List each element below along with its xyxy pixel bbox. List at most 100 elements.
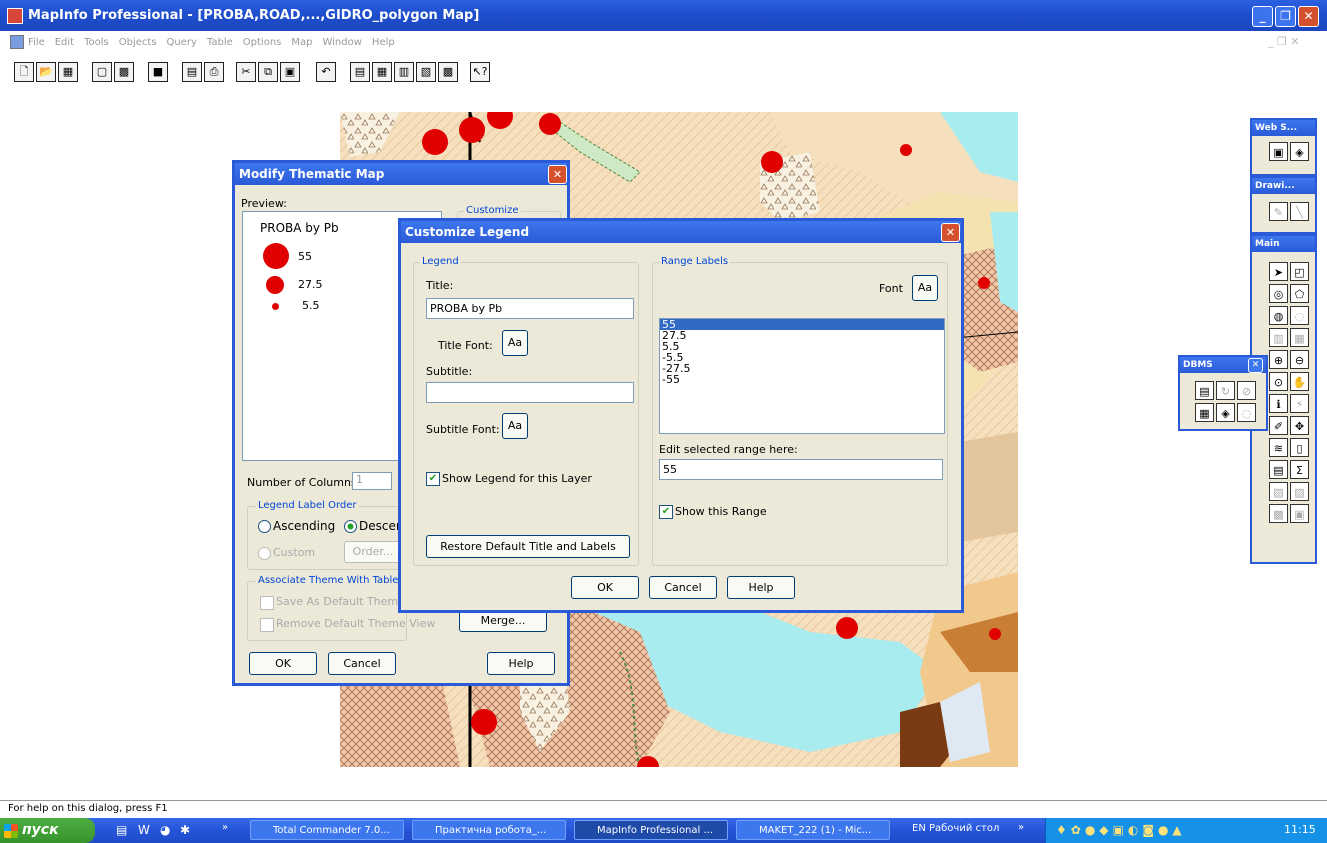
range-font-button[interactable]: Aa <box>912 275 938 301</box>
desktop-more-icon[interactable]: » <box>1018 822 1024 833</box>
copy-icon[interactable]: ⧉ <box>258 62 278 82</box>
customize-help-button[interactable]: Help <box>727 576 795 599</box>
disconnect-dbms-icon[interactable]: ◌ <box>1237 403 1256 422</box>
subtitle-font-button[interactable]: Aa <box>502 413 528 439</box>
menu-map[interactable]: Map <box>291 37 312 48</box>
connect-dbms-icon[interactable]: ◈ <box>1216 403 1235 422</box>
quicklaunch-word-icon[interactable]: W <box>138 823 150 837</box>
open-icon[interactable]: 📂 <box>36 62 56 82</box>
radius-select-icon[interactable]: ◎ <box>1269 284 1288 303</box>
zoom-out-icon[interactable]: ⊖ <box>1290 350 1309 369</box>
print-preview-icon[interactable]: ⎙ <box>204 62 224 82</box>
quicklaunch-desktop-icon[interactable]: ▤ <box>116 823 127 837</box>
menu-objects[interactable]: Objects <box>119 37 157 48</box>
customize-cancel-button[interactable]: Cancel <box>649 576 717 599</box>
task-total-commander[interactable]: Total Commander 7.0... <box>250 820 404 840</box>
info-icon[interactable]: ℹ <box>1269 394 1288 413</box>
quicklaunch-more-icon[interactable]: » <box>222 822 228 833</box>
print-icon[interactable]: ▤ <box>182 62 202 82</box>
hotlink-icon[interactable]: ⚡ <box>1290 394 1309 413</box>
task-practical-work[interactable]: Практична робота_... <box>412 820 566 840</box>
menu-file[interactable]: File <box>28 37 45 48</box>
range-list-item[interactable]: 55 <box>660 319 944 330</box>
boundary-select-icon[interactable]: ◍ <box>1269 306 1288 325</box>
ruler-icon[interactable]: ▯ <box>1290 438 1309 457</box>
task-maket[interactable]: MAKET_222 (1) - Mic... <box>736 820 890 840</box>
merge-button[interactable]: Merge... <box>459 610 547 632</box>
document-icon[interactable] <box>10 35 24 49</box>
restore-button[interactable]: ❐ <box>1275 6 1296 27</box>
mdi-controls-icon[interactable]: _ ❐ ✕ <box>1268 35 1300 48</box>
drag-map-icon[interactable]: ✥ <box>1290 416 1309 435</box>
tray-icons[interactable]: ♦✿●◆▣◐◙●▲ <box>1056 823 1186 837</box>
descending-radio[interactable] <box>344 520 357 533</box>
cut-icon[interactable]: ✂ <box>236 62 256 82</box>
customize-close-button[interactable]: ✕ <box>941 223 960 242</box>
web-globe-icon[interactable]: ◈ <box>1290 142 1309 161</box>
line-icon[interactable]: ╲ <box>1290 202 1309 221</box>
open-workspace-icon[interactable]: ▦ <box>58 62 78 82</box>
close-table-icon[interactable]: ■ <box>148 62 168 82</box>
layout-select-icon[interactable]: ▦ <box>1290 328 1309 347</box>
title-font-button[interactable]: Aa <box>502 330 528 356</box>
range-list-item[interactable]: -5.5 <box>660 352 944 363</box>
label-icon[interactable]: ✐ <box>1269 416 1288 435</box>
polygon-select-icon[interactable]: ⬠ <box>1290 284 1309 303</box>
save-icon[interactable]: ▢ <box>92 62 112 82</box>
grabber-hand-icon[interactable]: ✋ <box>1290 372 1309 391</box>
statistics-icon[interactable]: Σ <box>1290 460 1309 479</box>
range-list-item[interactable]: -27.5 <box>660 363 944 374</box>
restore-default-button[interactable]: Restore Default Title and Labels <box>426 535 630 558</box>
mapinfo-app-icon[interactable] <box>7 8 23 24</box>
set-clip-icon[interactable]: ▨ <box>1290 482 1309 501</box>
new-mapper-icon[interactable]: ▦ <box>372 62 392 82</box>
menu-options[interactable]: Options <box>243 37 282 48</box>
new-layout-icon[interactable]: ▧ <box>416 62 436 82</box>
close-button[interactable]: ✕ <box>1298 6 1319 27</box>
menu-help[interactable]: Help <box>372 37 395 48</box>
quicklaunch-browser-icon[interactable]: ◕ <box>160 823 170 837</box>
task-mapinfo[interactable]: MapInfo Professional ... <box>574 820 728 840</box>
change-view-icon[interactable]: ⊙ <box>1269 372 1288 391</box>
new-browser-icon[interactable]: ▤ <box>350 62 370 82</box>
minimize-button[interactable]: _ <box>1252 6 1273 27</box>
edit-range-input[interactable]: 55 <box>659 459 943 480</box>
range-list-item[interactable]: 27.5 <box>660 330 944 341</box>
show-legend-checkbox[interactable]: ✔ <box>426 472 440 486</box>
unlink-dbms-icon[interactable]: ⊘ <box>1237 381 1256 400</box>
menu-edit[interactable]: Edit <box>55 37 74 48</box>
paste-icon[interactable]: ▣ <box>280 62 300 82</box>
graph-select-icon[interactable]: ▥ <box>1269 328 1288 347</box>
show-hide-icon[interactable]: ▣ <box>1290 504 1309 523</box>
zoom-in-icon[interactable]: ⊕ <box>1269 350 1288 369</box>
menu-tools[interactable]: Tools <box>84 37 109 48</box>
legend-icon[interactable]: ▤ <box>1269 460 1288 479</box>
help-pointer-icon[interactable]: ↖? <box>470 62 490 82</box>
refresh-dbms-icon[interactable]: ↻ <box>1216 381 1235 400</box>
new-redistrict-icon[interactable]: ▩ <box>438 62 458 82</box>
custom-radio[interactable] <box>258 547 271 560</box>
new-dbms-icon[interactable]: ▦ <box>1195 403 1214 422</box>
new-grapher-icon[interactable]: ▥ <box>394 62 414 82</box>
range-list-item[interactable]: 5.5 <box>660 341 944 352</box>
show-range-checkbox[interactable]: ✔ <box>659 505 673 519</box>
menu-query[interactable]: Query <box>167 37 197 48</box>
invert-select-icon[interactable]: ◌ <box>1290 306 1309 325</box>
range-labels-list[interactable]: 55 27.5 5.5 -5.5 -27.5 -55 <box>659 318 945 434</box>
remove-default-checkbox[interactable] <box>260 618 274 632</box>
dbms-close-button[interactable]: ✕ <box>1248 358 1263 373</box>
menu-table[interactable]: Table <box>207 37 233 48</box>
save-default-checkbox[interactable] <box>260 596 274 610</box>
menu-window[interactable]: Window <box>322 37 361 48</box>
drag-window-icon[interactable]: ▩ <box>1269 504 1288 523</box>
new-icon[interactable]: 🗋 <box>14 62 34 82</box>
language-desktop-label[interactable]: EN Рабочий стол <box>912 823 999 834</box>
save-workspace-icon[interactable]: ▩ <box>114 62 134 82</box>
clip-region-icon[interactable]: ▧ <box>1269 482 1288 501</box>
range-list-item[interactable]: -55 <box>660 374 944 385</box>
legend-title-input[interactable]: PROBA by Pb <box>426 298 634 319</box>
ascending-radio[interactable] <box>258 520 271 533</box>
undo-icon[interactable]: ↶ <box>316 62 336 82</box>
subtitle-input[interactable] <box>426 382 634 403</box>
modify-close-button[interactable]: ✕ <box>548 165 567 184</box>
